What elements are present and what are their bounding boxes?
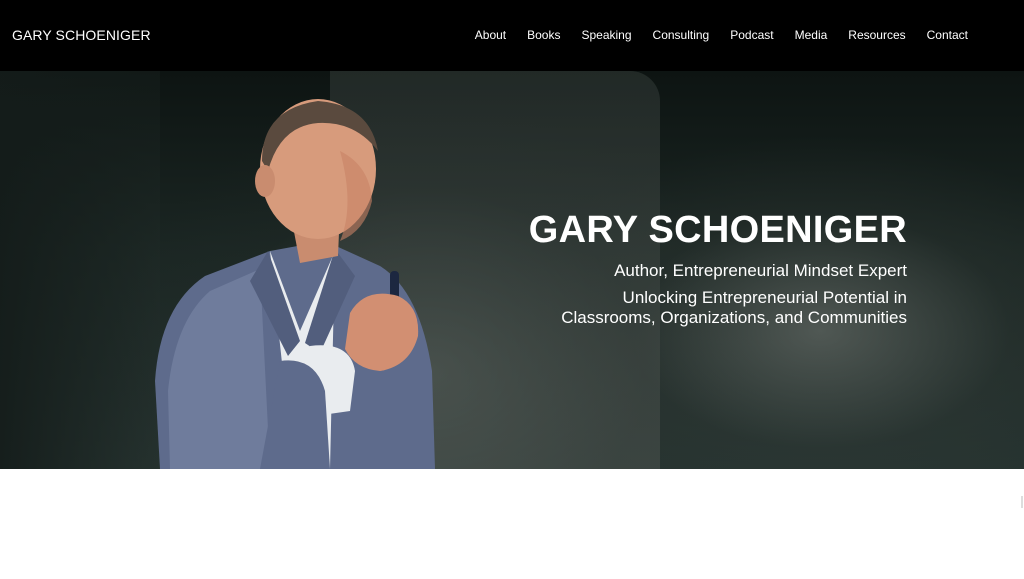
nav-resources[interactable]: Resources [848, 28, 905, 42]
hero-tagline-line-2: Classrooms, Organizations, and Communiti… [561, 308, 907, 327]
brand-logo-link[interactable]: GARY SCHOENIGER [12, 27, 151, 43]
hero-banner: GARY SCHOENIGER Author, Entrepreneurial … [0, 71, 1024, 469]
hero-subtitle: Author, Entrepreneurial Mindset Expert [614, 261, 907, 280]
site-header: GARY SCHOENIGER About Books Speaking Con… [0, 0, 1024, 71]
content-area [0, 469, 1024, 579]
nav-media[interactable]: Media [795, 28, 828, 42]
nav-about[interactable]: About [475, 28, 506, 42]
hero-shadow [0, 71, 160, 469]
speaker-photo [155, 99, 435, 469]
hero-tagline: Unlocking Entrepreneurial Potential in C… [447, 288, 907, 328]
scroll-edge-mark [1021, 496, 1023, 508]
nav-contact[interactable]: Contact [927, 28, 968, 42]
hero-title: GARY SCHOENIGER [528, 209, 907, 251]
nav-books[interactable]: Books [527, 28, 560, 42]
nav-consulting[interactable]: Consulting [653, 28, 710, 42]
main-nav: About Books Speaking Consulting Podcast … [454, 28, 968, 42]
hero-text-block: GARY SCHOENIGER Author, Entrepreneurial … [447, 209, 907, 328]
nav-podcast[interactable]: Podcast [730, 28, 773, 42]
nav-speaking[interactable]: Speaking [581, 28, 631, 42]
hero-tagline-line-1: Unlocking Entrepreneurial Potential in [622, 288, 907, 307]
